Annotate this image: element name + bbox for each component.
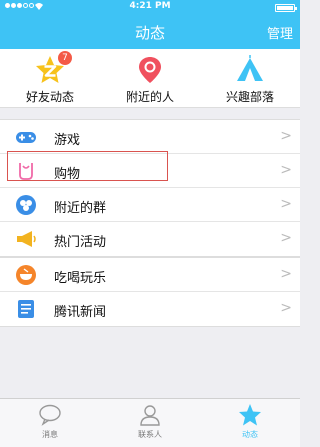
friend-feed-label: 好友动态 bbox=[25, 90, 74, 104]
notification-badge: 7 bbox=[58, 51, 72, 65]
shopping-bag-icon bbox=[14, 160, 38, 182]
location-pin-icon bbox=[134, 54, 166, 86]
interest-tribe-button[interactable]: 兴趣部落 bbox=[200, 49, 300, 107]
list-item-label: 吃喝玩乐 bbox=[54, 271, 107, 286]
tab-messages[interactable]: 消息 bbox=[0, 399, 100, 447]
megaphone-icon bbox=[14, 228, 38, 250]
star-icon bbox=[237, 403, 263, 427]
list-item-food-fun[interactable]: 吃喝玩乐 > bbox=[0, 258, 300, 292]
tab-label: 联系人 bbox=[138, 430, 162, 439]
tab-label: 消息 bbox=[42, 430, 58, 439]
friend-feed-button[interactable]: 7 好友动态 bbox=[0, 49, 100, 107]
tribe-tent-icon bbox=[234, 54, 266, 86]
chevron-right-icon: > bbox=[280, 266, 292, 282]
top-shortcuts: 7 好友动态 附近的人 兴趣部落 bbox=[0, 49, 300, 108]
navigation-bar: 动态 管理 bbox=[0, 15, 300, 49]
gamepad-icon bbox=[14, 126, 38, 148]
list-item-label: 游戏 bbox=[54, 133, 81, 148]
news-icon bbox=[14, 298, 38, 320]
nearby-group-icon bbox=[14, 194, 38, 216]
list-item-shopping[interactable]: 购物 > bbox=[0, 154, 300, 188]
list-item-nearby-groups[interactable]: 附近的群 > bbox=[0, 188, 300, 222]
interest-tribe-label: 兴趣部落 bbox=[225, 90, 274, 104]
tab-feed[interactable]: 动态 bbox=[200, 399, 300, 447]
chevron-right-icon: > bbox=[280, 196, 292, 212]
lifestyle-list: 吃喝玩乐 > 腾讯新闻 > bbox=[0, 257, 300, 327]
list-item-label: 附近的群 bbox=[54, 201, 107, 216]
list-item-label: 热门活动 bbox=[54, 235, 107, 250]
tab-label: 动态 bbox=[242, 430, 258, 439]
status-bar: 4:21 PM bbox=[0, 0, 300, 15]
tab-contacts[interactable]: 联系人 bbox=[100, 399, 200, 447]
tab-bar: 消息 联系人 动态 bbox=[0, 398, 300, 447]
list-item-hot-events[interactable]: 热门活动 > bbox=[0, 222, 300, 256]
chevron-right-icon: > bbox=[280, 162, 292, 178]
list-item-games[interactable]: 游戏 > bbox=[0, 120, 300, 154]
chevron-right-icon: > bbox=[280, 300, 292, 316]
page-title: 动态 bbox=[134, 24, 165, 42]
food-bowl-icon bbox=[14, 264, 38, 286]
services-list: 游戏 > 购物 > 附近的群 > 热门活动 > bbox=[0, 119, 300, 257]
manage-button[interactable]: 管理 bbox=[267, 23, 293, 42]
chevron-right-icon: > bbox=[280, 128, 292, 144]
message-bubble-icon bbox=[37, 403, 63, 427]
nearby-people-label: 附近的人 bbox=[125, 90, 174, 104]
list-item-label: 购物 bbox=[54, 167, 81, 182]
contacts-icon bbox=[137, 403, 163, 427]
nearby-people-button[interactable]: 附近的人 bbox=[100, 49, 200, 107]
status-time: 4:21 PM bbox=[129, 1, 171, 11]
chevron-right-icon: > bbox=[280, 230, 292, 246]
battery-icon bbox=[275, 4, 297, 12]
list-item-label: 腾讯新闻 bbox=[54, 305, 107, 320]
list-item-tencent-news[interactable]: 腾讯新闻 > bbox=[0, 292, 300, 326]
